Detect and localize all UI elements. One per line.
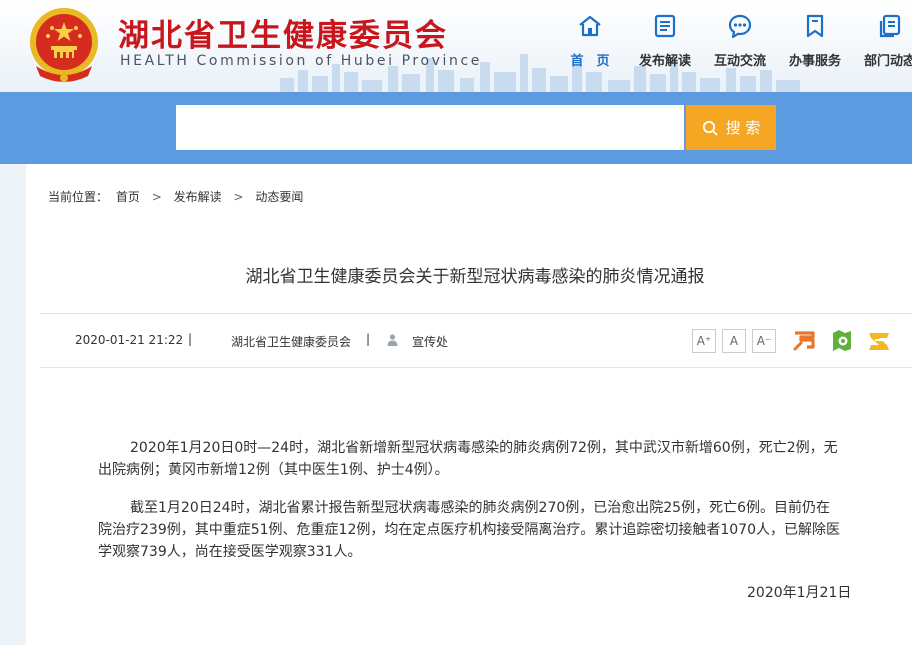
- nav-item-releases[interactable]: 发布解读: [625, 12, 705, 69]
- nav-item-department-news[interactable]: 部门动态: [850, 12, 912, 69]
- search-band: 搜 索: [0, 92, 912, 164]
- nav-item-services[interactable]: 办事服务: [775, 12, 855, 69]
- font-size-large-button[interactable]: A⁺: [692, 329, 716, 353]
- breadcrumb-separator: >: [233, 190, 244, 204]
- bookmark-icon: [806, 14, 824, 38]
- nav-label-services: 办事服务: [788, 54, 841, 69]
- article-date: 2020-01-21 21:22: [75, 333, 184, 347]
- copy-icon: [879, 14, 901, 38]
- nav-label-releases: 发布解读: [638, 54, 691, 69]
- person-icon: [387, 334, 398, 346]
- breadcrumb: 当前位置： 首页 > 发布解读 > 动态要闻: [48, 188, 303, 205]
- article-sign-date: 2020年1月21日: [747, 585, 852, 601]
- national-emblem-logo: [30, 8, 98, 82]
- breadcrumb-separator: >: [151, 190, 162, 204]
- font-size-medium-button[interactable]: A: [722, 329, 746, 353]
- article-author: 宣传处: [412, 335, 449, 349]
- site-header: 湖北省卫生健康委员会 HEALTH Commission of Hubei Pr…: [0, 0, 912, 92]
- article-source: 湖北省卫生健康委员会: [231, 335, 352, 349]
- nav-label-home: 首 页: [570, 54, 610, 69]
- qzone-share-icon[interactable]: [866, 327, 892, 353]
- meta-divider: |: [366, 332, 371, 346]
- site-title: 湖北省卫生健康委员会: [118, 18, 448, 54]
- meta-divider: |: [188, 332, 193, 346]
- site-subtitle: HEALTH Commission of Hubei Province: [120, 53, 482, 69]
- nav-item-home[interactable]: 首 页: [550, 12, 630, 69]
- article-paragraph-2: 截至1月20日24时，湖北省累计报告新型冠状病毒感染的肺炎病例270例，已治愈出…: [98, 500, 840, 560]
- breadcrumb-prefix: 当前位置：: [48, 190, 109, 204]
- document-icon: [654, 14, 676, 38]
- nav-label-interaction: 互动交流: [713, 54, 766, 69]
- article-panel: [26, 164, 912, 645]
- chat-icon: [728, 14, 752, 39]
- search-button-label: 搜 索: [725, 119, 761, 137]
- search-input[interactable]: [176, 105, 684, 150]
- wechat-share-icon[interactable]: [829, 327, 855, 353]
- breadcrumb-item-home[interactable]: 首页: [116, 190, 140, 204]
- breadcrumb-item-news[interactable]: 动态要闻: [255, 190, 303, 204]
- home-icon: [579, 15, 601, 37]
- breadcrumb-item-releases[interactable]: 发布解读: [174, 190, 222, 204]
- article-title: 湖北省卫生健康委员会关于新型冠状病毒感染的肺炎情况通报: [245, 267, 705, 287]
- weibo-share-icon[interactable]: [792, 327, 818, 353]
- font-size-small-button[interactable]: A⁻: [752, 329, 776, 353]
- search-icon: [702, 120, 718, 135]
- article-paragraph-1: 2020年1月20日0时—24时，湖北省新增新型冠状病毒感染的肺炎病例72例，其…: [98, 440, 838, 478]
- search-button[interactable]: 搜 索: [686, 105, 776, 150]
- nav-label-department-news: 部门动态: [863, 54, 912, 69]
- nav-item-interaction[interactable]: 互动交流: [700, 12, 780, 69]
- article-meta-bar: 2020-01-21 21:22 | 湖北省卫生健康委员会 | 宣传处 A⁺ A…: [40, 313, 912, 368]
